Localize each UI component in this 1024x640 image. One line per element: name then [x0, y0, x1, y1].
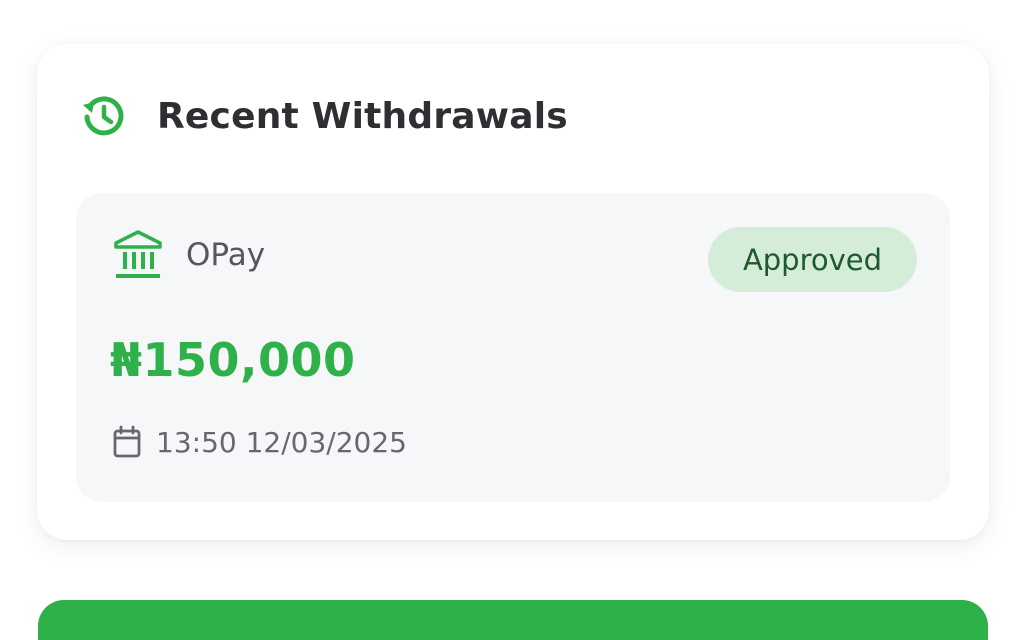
- calendar-icon: [112, 425, 142, 459]
- withdrawal-datetime: 13:50 12/03/2025: [156, 425, 407, 459]
- bank-icon: [112, 229, 164, 281]
- recent-withdrawals-card: Recent Withdrawals OPay Approved ₦150,00…: [37, 44, 989, 540]
- bank-row: OPay: [112, 229, 265, 281]
- card-header: Recent Withdrawals: [81, 93, 568, 139]
- history-icon: [81, 93, 127, 139]
- primary-action-button[interactable]: [38, 600, 988, 640]
- status-badge: Approved: [708, 227, 917, 292]
- withdrawal-amount: ₦150,000: [110, 333, 356, 387]
- bank-name: OPay: [186, 237, 266, 273]
- withdrawal-item[interactable]: OPay Approved ₦150,000 13:50 12/03/2025: [76, 193, 950, 502]
- section-title: Recent Withdrawals: [157, 95, 568, 137]
- date-row: 13:50 12/03/2025: [112, 425, 407, 459]
